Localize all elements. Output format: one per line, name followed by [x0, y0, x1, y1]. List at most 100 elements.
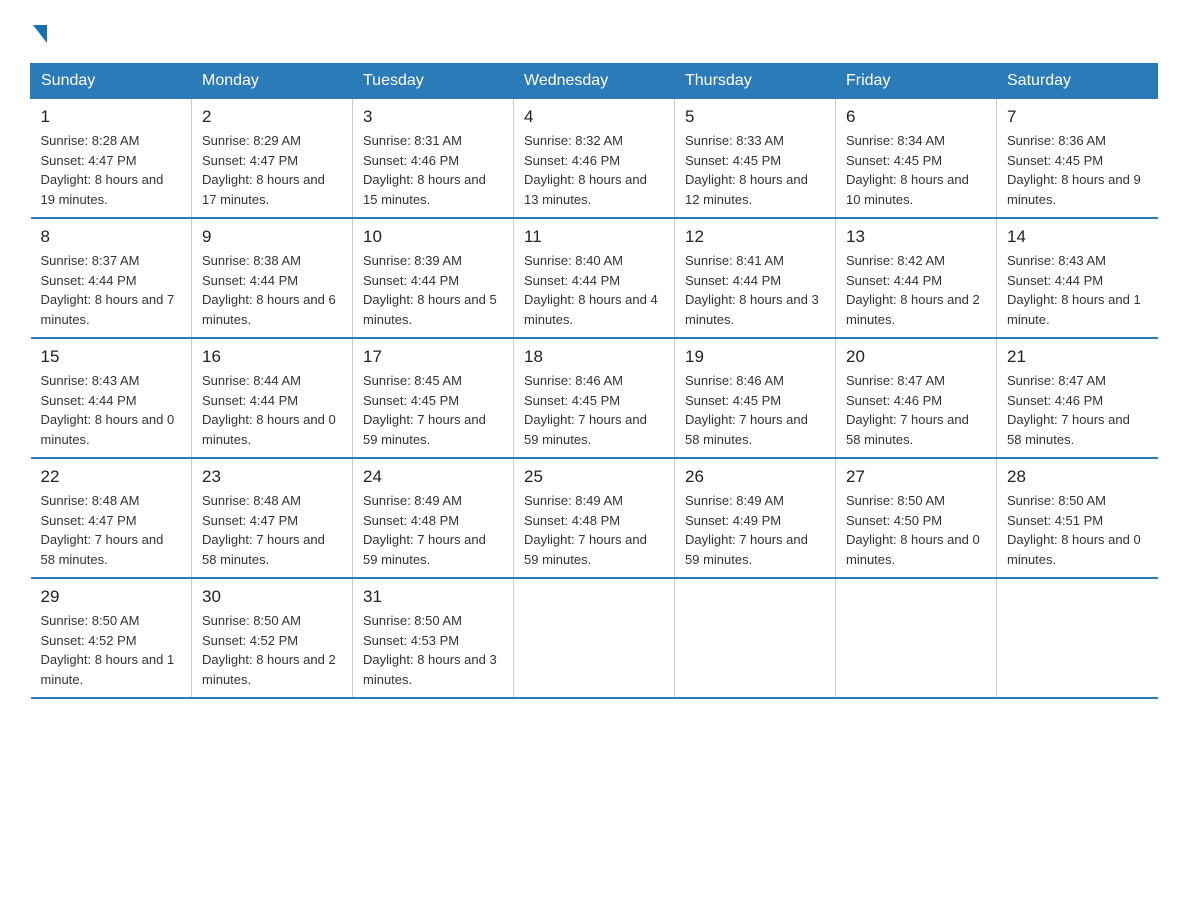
- day-info: Sunrise: 8:50 AM Sunset: 4:51 PM Dayligh…: [1007, 491, 1148, 569]
- day-number: 23: [202, 467, 342, 487]
- day-number: 31: [363, 587, 503, 607]
- day-info: Sunrise: 8:38 AM Sunset: 4:44 PM Dayligh…: [202, 251, 342, 329]
- day-info: Sunrise: 8:45 AM Sunset: 4:45 PM Dayligh…: [363, 371, 503, 449]
- page-header: [30, 20, 1158, 43]
- day-info: Sunrise: 8:34 AM Sunset: 4:45 PM Dayligh…: [846, 131, 986, 209]
- calendar-cell: 7 Sunrise: 8:36 AM Sunset: 4:45 PM Dayli…: [997, 99, 1158, 219]
- header-saturday: Saturday: [997, 64, 1158, 99]
- day-number: 14: [1007, 227, 1148, 247]
- calendar-cell: 20 Sunrise: 8:47 AM Sunset: 4:46 PM Dayl…: [836, 338, 997, 458]
- day-info: Sunrise: 8:49 AM Sunset: 4:49 PM Dayligh…: [685, 491, 825, 569]
- day-number: 25: [524, 467, 664, 487]
- calendar-header-row: SundayMondayTuesdayWednesdayThursdayFrid…: [31, 64, 1158, 99]
- day-info: Sunrise: 8:36 AM Sunset: 4:45 PM Dayligh…: [1007, 131, 1148, 209]
- calendar-cell: 25 Sunrise: 8:49 AM Sunset: 4:48 PM Dayl…: [514, 458, 675, 578]
- day-number: 13: [846, 227, 986, 247]
- day-info: Sunrise: 8:46 AM Sunset: 4:45 PM Dayligh…: [524, 371, 664, 449]
- header-tuesday: Tuesday: [353, 64, 514, 99]
- calendar-table: SundayMondayTuesdayWednesdayThursdayFrid…: [30, 63, 1158, 699]
- day-info: Sunrise: 8:49 AM Sunset: 4:48 PM Dayligh…: [363, 491, 503, 569]
- day-number: 19: [685, 347, 825, 367]
- header-monday: Monday: [192, 64, 353, 99]
- calendar-cell: [836, 578, 997, 698]
- day-info: Sunrise: 8:47 AM Sunset: 4:46 PM Dayligh…: [846, 371, 986, 449]
- calendar-cell: 1 Sunrise: 8:28 AM Sunset: 4:47 PM Dayli…: [31, 99, 192, 219]
- calendar-week-row: 8 Sunrise: 8:37 AM Sunset: 4:44 PM Dayli…: [31, 218, 1158, 338]
- calendar-cell: 23 Sunrise: 8:48 AM Sunset: 4:47 PM Dayl…: [192, 458, 353, 578]
- day-number: 22: [41, 467, 182, 487]
- calendar-cell: 26 Sunrise: 8:49 AM Sunset: 4:49 PM Dayl…: [675, 458, 836, 578]
- day-info: Sunrise: 8:44 AM Sunset: 4:44 PM Dayligh…: [202, 371, 342, 449]
- day-number: 4: [524, 107, 664, 127]
- calendar-cell: 21 Sunrise: 8:47 AM Sunset: 4:46 PM Dayl…: [997, 338, 1158, 458]
- day-number: 16: [202, 347, 342, 367]
- day-info: Sunrise: 8:43 AM Sunset: 4:44 PM Dayligh…: [1007, 251, 1148, 329]
- calendar-cell: 6 Sunrise: 8:34 AM Sunset: 4:45 PM Dayli…: [836, 99, 997, 219]
- calendar-cell: 19 Sunrise: 8:46 AM Sunset: 4:45 PM Dayl…: [675, 338, 836, 458]
- day-info: Sunrise: 8:48 AM Sunset: 4:47 PM Dayligh…: [41, 491, 182, 569]
- day-number: 29: [41, 587, 182, 607]
- calendar-week-row: 29 Sunrise: 8:50 AM Sunset: 4:52 PM Dayl…: [31, 578, 1158, 698]
- header-friday: Friday: [836, 64, 997, 99]
- day-info: Sunrise: 8:32 AM Sunset: 4:46 PM Dayligh…: [524, 131, 664, 209]
- logo-arrow-icon: [33, 25, 47, 43]
- header-thursday: Thursday: [675, 64, 836, 99]
- calendar-cell: 28 Sunrise: 8:50 AM Sunset: 4:51 PM Dayl…: [997, 458, 1158, 578]
- day-info: Sunrise: 8:28 AM Sunset: 4:47 PM Dayligh…: [41, 131, 182, 209]
- header-wednesday: Wednesday: [514, 64, 675, 99]
- day-number: 3: [363, 107, 503, 127]
- calendar-cell: 22 Sunrise: 8:48 AM Sunset: 4:47 PM Dayl…: [31, 458, 192, 578]
- calendar-cell: 12 Sunrise: 8:41 AM Sunset: 4:44 PM Dayl…: [675, 218, 836, 338]
- day-info: Sunrise: 8:40 AM Sunset: 4:44 PM Dayligh…: [524, 251, 664, 329]
- calendar-cell: [675, 578, 836, 698]
- day-number: 24: [363, 467, 503, 487]
- day-info: Sunrise: 8:49 AM Sunset: 4:48 PM Dayligh…: [524, 491, 664, 569]
- day-info: Sunrise: 8:29 AM Sunset: 4:47 PM Dayligh…: [202, 131, 342, 209]
- calendar-cell: 10 Sunrise: 8:39 AM Sunset: 4:44 PM Dayl…: [353, 218, 514, 338]
- day-info: Sunrise: 8:31 AM Sunset: 4:46 PM Dayligh…: [363, 131, 503, 209]
- calendar-cell: 13 Sunrise: 8:42 AM Sunset: 4:44 PM Dayl…: [836, 218, 997, 338]
- day-info: Sunrise: 8:43 AM Sunset: 4:44 PM Dayligh…: [41, 371, 182, 449]
- calendar-cell: 5 Sunrise: 8:33 AM Sunset: 4:45 PM Dayli…: [675, 99, 836, 219]
- calendar-cell: [514, 578, 675, 698]
- day-number: 26: [685, 467, 825, 487]
- calendar-cell: 8 Sunrise: 8:37 AM Sunset: 4:44 PM Dayli…: [31, 218, 192, 338]
- calendar-week-row: 22 Sunrise: 8:48 AM Sunset: 4:47 PM Dayl…: [31, 458, 1158, 578]
- day-number: 30: [202, 587, 342, 607]
- day-number: 17: [363, 347, 503, 367]
- day-number: 12: [685, 227, 825, 247]
- calendar-cell: 14 Sunrise: 8:43 AM Sunset: 4:44 PM Dayl…: [997, 218, 1158, 338]
- calendar-cell: 4 Sunrise: 8:32 AM Sunset: 4:46 PM Dayli…: [514, 99, 675, 219]
- calendar-cell: 18 Sunrise: 8:46 AM Sunset: 4:45 PM Dayl…: [514, 338, 675, 458]
- calendar-cell: 30 Sunrise: 8:50 AM Sunset: 4:52 PM Dayl…: [192, 578, 353, 698]
- day-info: Sunrise: 8:50 AM Sunset: 4:50 PM Dayligh…: [846, 491, 986, 569]
- day-number: 7: [1007, 107, 1148, 127]
- day-number: 9: [202, 227, 342, 247]
- day-info: Sunrise: 8:37 AM Sunset: 4:44 PM Dayligh…: [41, 251, 182, 329]
- calendar-cell: 27 Sunrise: 8:50 AM Sunset: 4:50 PM Dayl…: [836, 458, 997, 578]
- day-info: Sunrise: 8:50 AM Sunset: 4:52 PM Dayligh…: [41, 611, 182, 689]
- calendar-week-row: 1 Sunrise: 8:28 AM Sunset: 4:47 PM Dayli…: [31, 99, 1158, 219]
- day-number: 5: [685, 107, 825, 127]
- calendar-week-row: 15 Sunrise: 8:43 AM Sunset: 4:44 PM Dayl…: [31, 338, 1158, 458]
- day-info: Sunrise: 8:50 AM Sunset: 4:52 PM Dayligh…: [202, 611, 342, 689]
- day-info: Sunrise: 8:39 AM Sunset: 4:44 PM Dayligh…: [363, 251, 503, 329]
- calendar-cell: 9 Sunrise: 8:38 AM Sunset: 4:44 PM Dayli…: [192, 218, 353, 338]
- day-info: Sunrise: 8:47 AM Sunset: 4:46 PM Dayligh…: [1007, 371, 1148, 449]
- day-info: Sunrise: 8:46 AM Sunset: 4:45 PM Dayligh…: [685, 371, 825, 449]
- calendar-cell: [997, 578, 1158, 698]
- calendar-cell: 17 Sunrise: 8:45 AM Sunset: 4:45 PM Dayl…: [353, 338, 514, 458]
- calendar-cell: 29 Sunrise: 8:50 AM Sunset: 4:52 PM Dayl…: [31, 578, 192, 698]
- logo: [30, 20, 47, 43]
- header-sunday: Sunday: [31, 64, 192, 99]
- calendar-cell: 2 Sunrise: 8:29 AM Sunset: 4:47 PM Dayli…: [192, 99, 353, 219]
- day-number: 21: [1007, 347, 1148, 367]
- day-number: 28: [1007, 467, 1148, 487]
- day-number: 1: [41, 107, 182, 127]
- day-number: 2: [202, 107, 342, 127]
- calendar-cell: 24 Sunrise: 8:49 AM Sunset: 4:48 PM Dayl…: [353, 458, 514, 578]
- day-info: Sunrise: 8:41 AM Sunset: 4:44 PM Dayligh…: [685, 251, 825, 329]
- day-info: Sunrise: 8:42 AM Sunset: 4:44 PM Dayligh…: [846, 251, 986, 329]
- day-number: 15: [41, 347, 182, 367]
- calendar-cell: 11 Sunrise: 8:40 AM Sunset: 4:44 PM Dayl…: [514, 218, 675, 338]
